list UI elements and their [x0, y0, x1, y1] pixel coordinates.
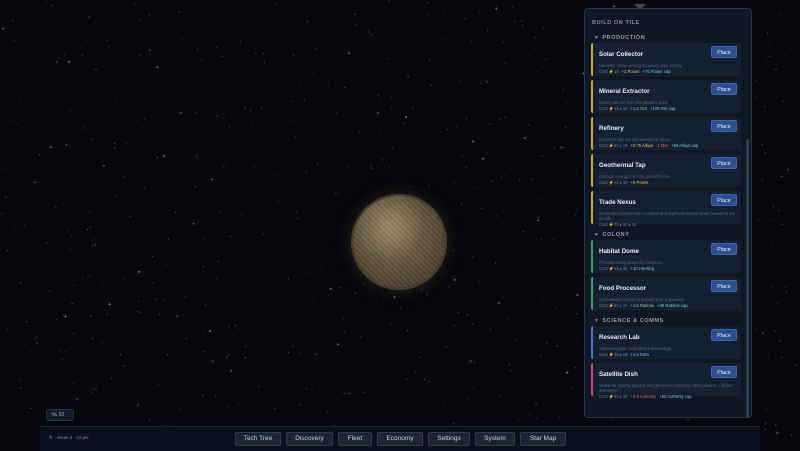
building-effect: +5 Power	[630, 180, 649, 185]
building-card: Satellite Dish Scans for nearby planets a…	[591, 363, 741, 399]
building-cost: Cost ⚡15	[599, 69, 619, 74]
building-effect: -1 Ore	[656, 143, 669, 148]
building-cost: Cost ⚡20 ⬧ 10	[599, 303, 628, 308]
building-cost: Cost ⚡40 ⬧ 10	[599, 180, 628, 185]
building-description: Converts raw ore into advanced alloys.	[599, 137, 672, 142]
building-cost-row: Cost ⚡15 +2 Power +75 Power cap	[599, 69, 741, 75]
system-button[interactable]: System	[475, 432, 515, 446]
building-cost-row: Cost ⚡40 ⬧ 10 +5 Power	[599, 180, 741, 186]
building-description: Advances your civilization's knowledge.	[599, 346, 673, 351]
building-effect: +0.75 Alloys	[630, 143, 654, 148]
building-card: Geothermal Tap Extracts energy from the p…	[591, 154, 741, 187]
building-cost-row: Cost ⚡15 ⬧ 10 +1.5 Ore +100 Ore cap	[599, 106, 741, 112]
building-effect: +1.5 Rations	[630, 303, 655, 308]
star-map-button[interactable]: Star Map	[520, 432, 566, 446]
building-effect: +1.5 Ore	[630, 106, 647, 111]
place-button[interactable]: Place	[711, 194, 737, 206]
section-label: COLONY	[602, 232, 630, 238]
place-button[interactable]: Place	[711, 83, 737, 95]
place-button[interactable]: Place	[711, 120, 737, 132]
building-card: Food Processor Synthesizes rations to sus…	[591, 277, 741, 310]
building-card: Research Lab Advances your civilization's…	[591, 326, 741, 359]
build-panel: BUILD ON TILE ▾ PRODUCTION Solar Collector…	[584, 8, 752, 418]
place-button[interactable]: Place	[711, 46, 737, 58]
building-cost: Cost ⚡20 ⬧ 20 ⬧ 15	[599, 222, 637, 227]
building-description: Generates income from markets and improv…	[599, 211, 736, 221]
building-effect: +10 Housing	[630, 266, 655, 271]
place-button[interactable]: Place	[711, 329, 737, 341]
building-cost-row: Cost ⚡25 ⬧ 10 +10 Housing	[599, 266, 741, 272]
building-description: Scans for nearby planets and generates a…	[599, 383, 732, 393]
building-description: Mines raw ore from the planet's crust.	[599, 100, 669, 105]
building-effect: +100 Ore cap	[649, 106, 676, 111]
building-cost-row: Cost ⚡30 ⬧ 15 +1.5 Data	[599, 352, 741, 358]
section-header[interactable]: ▾ PRODUCTION	[585, 31, 745, 43]
section-label: PRODUCTION	[602, 35, 646, 41]
build-panel-list: ▾ PRODUCTION Solar Collector Harvests stell…	[585, 31, 745, 400]
building-card: Trade Nexus Generates income from markets…	[591, 191, 741, 227]
bottom-bar: ✎ Week 3 · 22 pts Tech Tree Discovery Fl…	[40, 426, 760, 451]
building-cost-row: Cost ⚡20 ⬧ 15 +0.5 Authority +50 Authority…	[599, 394, 741, 400]
building-effect: +50 Authority cap	[659, 394, 692, 399]
building-description: Harvests stellar energy to power your co…	[599, 63, 683, 68]
building-effect: +1.5 Data	[630, 352, 649, 357]
building-cost: Cost ⚡30 ⬧ 15	[599, 352, 628, 357]
building-description: Extracts energy from the planet's core.	[599, 174, 671, 179]
building-effect: +2 Power	[621, 69, 640, 74]
building-effect: +50 Alloys cap	[671, 143, 699, 148]
building-effect: +0.5 Authority	[630, 394, 657, 399]
section-header[interactable]: ▾ SCIENCE & COMMS	[585, 314, 745, 326]
building-cost: Cost ⚡25 ⬧ 10	[599, 266, 628, 271]
panel-scrollbar[interactable]	[746, 139, 749, 417]
building-cost: Cost ⚡15 ⬧ 10	[599, 106, 628, 111]
leaf-icon: ✎	[49, 435, 53, 440]
place-button[interactable]: Place	[711, 366, 737, 378]
place-button[interactable]: Place	[711, 157, 737, 169]
week-label: Week 3 · 22 pts	[57, 435, 89, 440]
satellite-icon: 🛰	[51, 412, 58, 418]
building-effect: +75 Power cap	[642, 69, 671, 74]
section-header[interactable]: ▾ COLONY	[585, 228, 745, 240]
zoom-value: 92	[58, 412, 65, 418]
building-cost: Cost ⚡20 ⬧ 15	[599, 143, 628, 148]
building-card: Mineral Extractor Mines raw ore from the …	[591, 80, 741, 113]
building-cost-row: Cost ⚡20 ⬧ 10 +1.5 Rations +30 Rations cap	[599, 303, 741, 309]
chevron-down-icon: ▾	[595, 232, 599, 238]
planet[interactable]	[353, 196, 445, 288]
building-card: Habitat Dome Provides living space for co…	[591, 240, 741, 273]
fleet-button[interactable]: Fleet	[338, 432, 372, 446]
build-panel-title: BUILD ON TILE	[592, 20, 640, 26]
building-description: Synthesizes rations to sustain your popu…	[599, 297, 686, 302]
place-button[interactable]: Place	[711, 243, 737, 255]
chevron-down-icon: ▾	[595, 318, 599, 324]
building-cost-row: Cost ⚡20 ⬧ 15 +0.75 Alloys -1 Ore +50 Alloy…	[599, 143, 741, 149]
settings-button[interactable]: Settings	[428, 432, 470, 446]
week-indicator: ✎ Week 3 · 22 pts	[49, 435, 88, 441]
building-description: Provides living space for colonists.	[599, 260, 664, 265]
building-card: Refinery Converts raw ore into advanced a…	[591, 117, 741, 150]
tech-tree-button[interactable]: Tech Tree	[235, 432, 281, 446]
chevron-down-icon: ▾	[595, 35, 599, 41]
discovery-button[interactable]: Discovery	[286, 432, 333, 446]
building-cost-row: Cost ⚡20 ⬧ 20 ⬧ 15	[599, 222, 741, 228]
building-card: Solar Collector Harvests stellar energy t…	[591, 43, 741, 76]
building-effect: +30 Rations cap	[657, 303, 688, 308]
place-button[interactable]: Place	[711, 280, 737, 292]
economy-button[interactable]: Economy	[377, 432, 423, 446]
zoom-indicator[interactable]: 🛰 92	[46, 409, 74, 421]
building-cost: Cost ⚡20 ⬧ 15	[599, 394, 628, 399]
section-label: SCIENCE & COMMS	[602, 318, 664, 324]
